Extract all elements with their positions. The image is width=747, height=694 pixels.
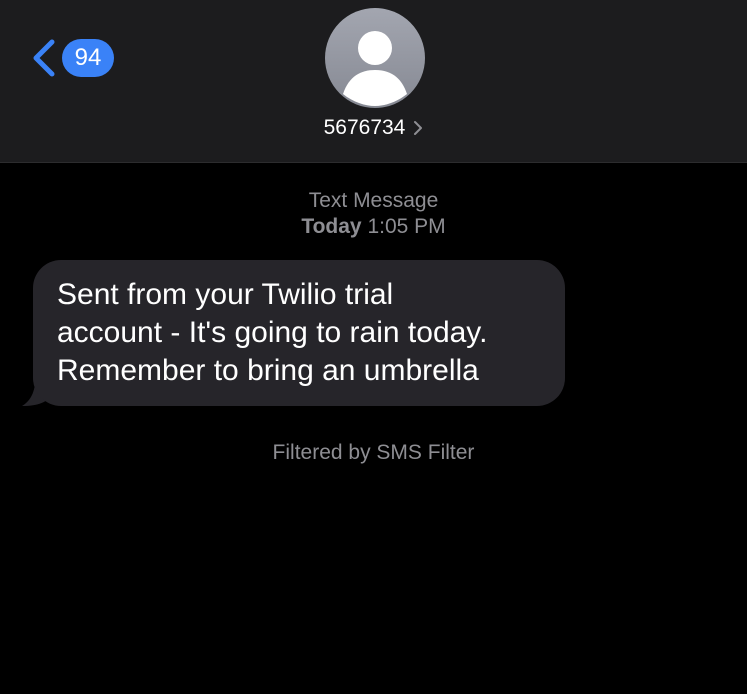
conversation-header: 94 5676734: [0, 0, 747, 163]
contact-name: 5676734: [323, 116, 406, 139]
person-silhouette-icon: [343, 31, 407, 106]
message-line: account - It's going to rain today.: [57, 316, 488, 349]
service-label: Text Message: [308, 189, 439, 212]
incoming-message-bubble[interactable]: Sent from your Twilio trial account - It…: [33, 260, 565, 406]
time-label: 1:05 PM: [367, 215, 446, 238]
message-timestamp-header: Text Message Today 1:05 PM: [0, 188, 747, 240]
timestamp: Today 1:05 PM: [0, 214, 747, 240]
back-button[interactable]: 94: [30, 36, 114, 80]
message-line: Sent from your Twilio trial: [57, 278, 394, 311]
unread-count-badge: 94: [62, 39, 114, 77]
contact-details-link[interactable]: 5676734: [0, 116, 747, 140]
chevron-right-icon: [414, 121, 423, 135]
message-line: Remember to bring an umbrella: [57, 354, 479, 387]
chevron-left-icon: [33, 39, 55, 77]
filter-note: Filtered by SMS Filter: [272, 441, 475, 464]
day-label: Today: [301, 215, 362, 238]
contact-avatar[interactable]: [325, 8, 425, 108]
